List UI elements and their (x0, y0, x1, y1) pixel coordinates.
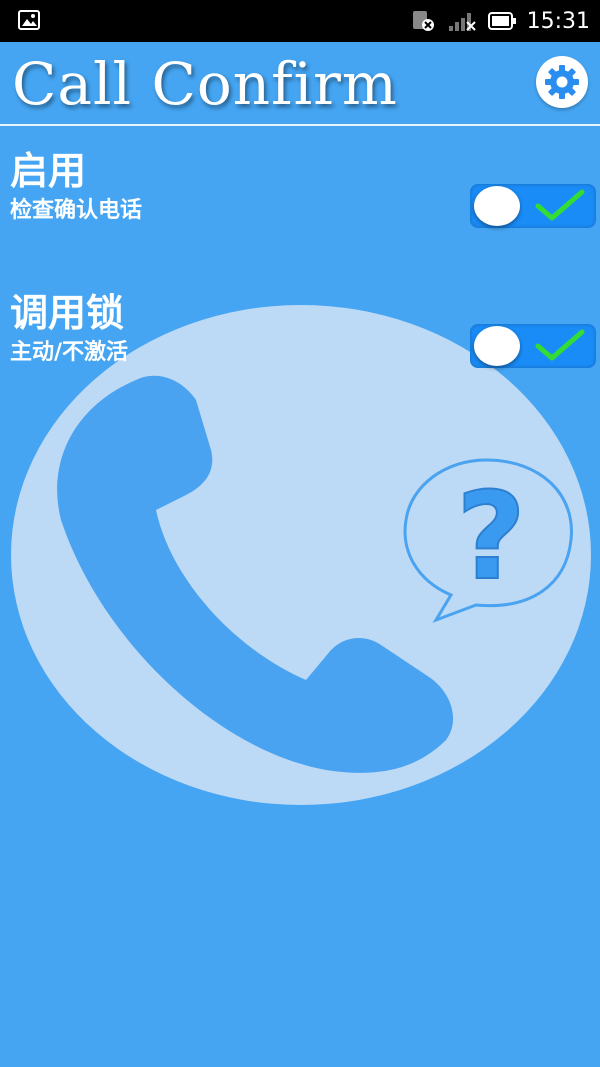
setting-title-enable: 启用 (10, 149, 87, 193)
status-time: 15:31 (526, 8, 590, 34)
setting-row-call-lock: 调用锁 主动/不激活 (0, 282, 600, 392)
app-title: Call Confirm (12, 50, 398, 118)
toggle-knob (474, 326, 520, 366)
header-divider (0, 124, 600, 126)
battery-icon (487, 12, 516, 30)
checkmark-icon (535, 329, 585, 361)
image-notification-icon (18, 10, 40, 30)
call-lock-toggle[interactable] (470, 324, 596, 368)
status-bar: 15:31 (0, 0, 600, 42)
enable-toggle[interactable] (470, 184, 596, 228)
setting-row-enable: 启用 检查确认电话 (0, 140, 600, 250)
signal-icon (448, 13, 476, 31)
gear-icon (545, 65, 579, 99)
checkmark-icon (535, 189, 585, 221)
toggle-knob (474, 186, 520, 226)
app-header: Call Confirm (0, 42, 600, 124)
svg-text:?: ? (456, 468, 526, 607)
sim-error-icon (412, 11, 434, 31)
setting-title-call-lock: 调用锁 (10, 291, 125, 335)
setting-subtitle-call-lock: 主动/不激活 (10, 340, 129, 365)
setting-subtitle-enable: 检查确认电话 (10, 198, 143, 223)
settings-button[interactable] (536, 56, 588, 108)
